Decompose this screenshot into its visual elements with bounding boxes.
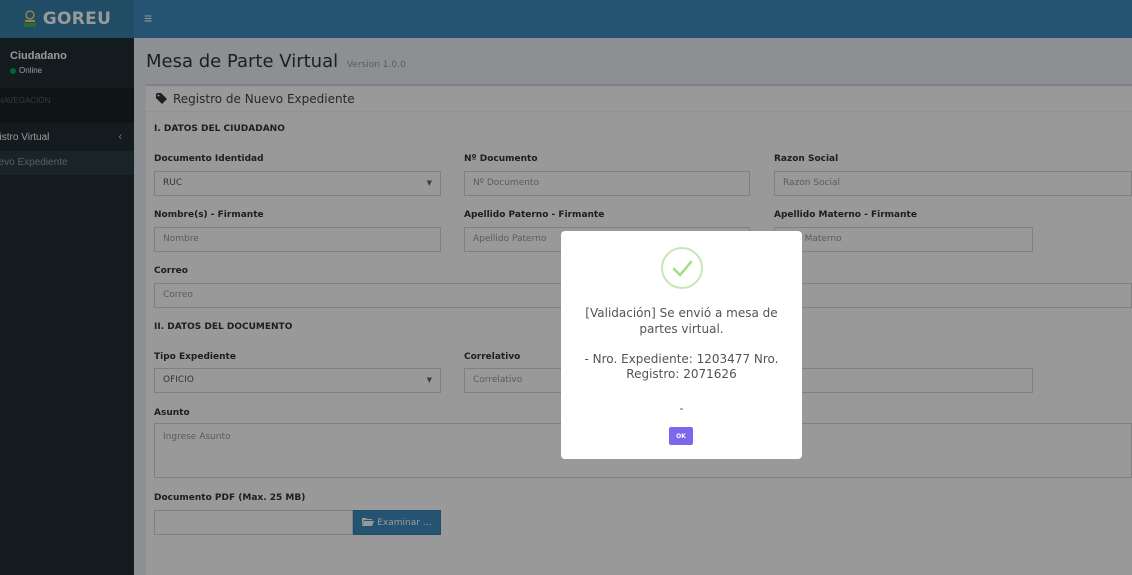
ok-button[interactable]: OK: [669, 427, 693, 445]
success-dialog: [Validación] Se envió a mesa de partes v…: [561, 231, 802, 459]
dialog-dash: -: [679, 401, 684, 415]
dialog-title: [Validación] Se envió a mesa de partes v…: [585, 306, 778, 336]
success-check-icon: [661, 247, 703, 289]
dialog-text: - Nro. Expediente: 1203477 Nro. Registro…: [584, 352, 779, 381]
